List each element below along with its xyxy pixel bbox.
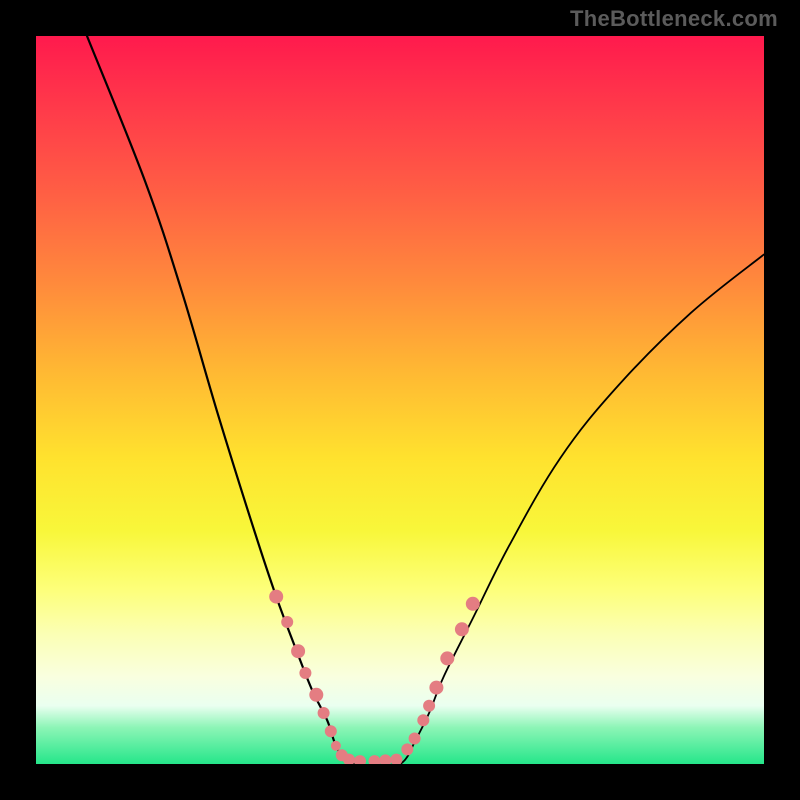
scatter-dot (331, 741, 341, 751)
scatter-dot (466, 597, 480, 611)
watermark-label: TheBottleneck.com (570, 6, 778, 32)
scatter-dot (325, 725, 337, 737)
scatter-dot (291, 644, 305, 658)
left-curve (87, 36, 356, 764)
plot-area (36, 36, 764, 764)
scatter-dot (401, 743, 413, 755)
scatter-dot (299, 667, 311, 679)
scatter-dot (354, 755, 366, 764)
scatter-dot (390, 754, 402, 764)
scatter-dot (309, 688, 323, 702)
scatter-dots (269, 590, 480, 764)
chart-frame: TheBottleneck.com (0, 0, 800, 800)
scatter-dot (455, 622, 469, 636)
scatter-dot (409, 733, 421, 745)
scatter-dot (440, 651, 454, 665)
scatter-dot (269, 590, 283, 604)
right-curve (393, 254, 764, 764)
scatter-dot (369, 755, 381, 764)
scatter-dot (417, 714, 429, 726)
chart-svg (36, 36, 764, 764)
scatter-dot (281, 616, 293, 628)
scatter-dot (429, 681, 443, 695)
scatter-dot (423, 700, 435, 712)
scatter-dot (379, 754, 391, 764)
scatter-dot (318, 707, 330, 719)
